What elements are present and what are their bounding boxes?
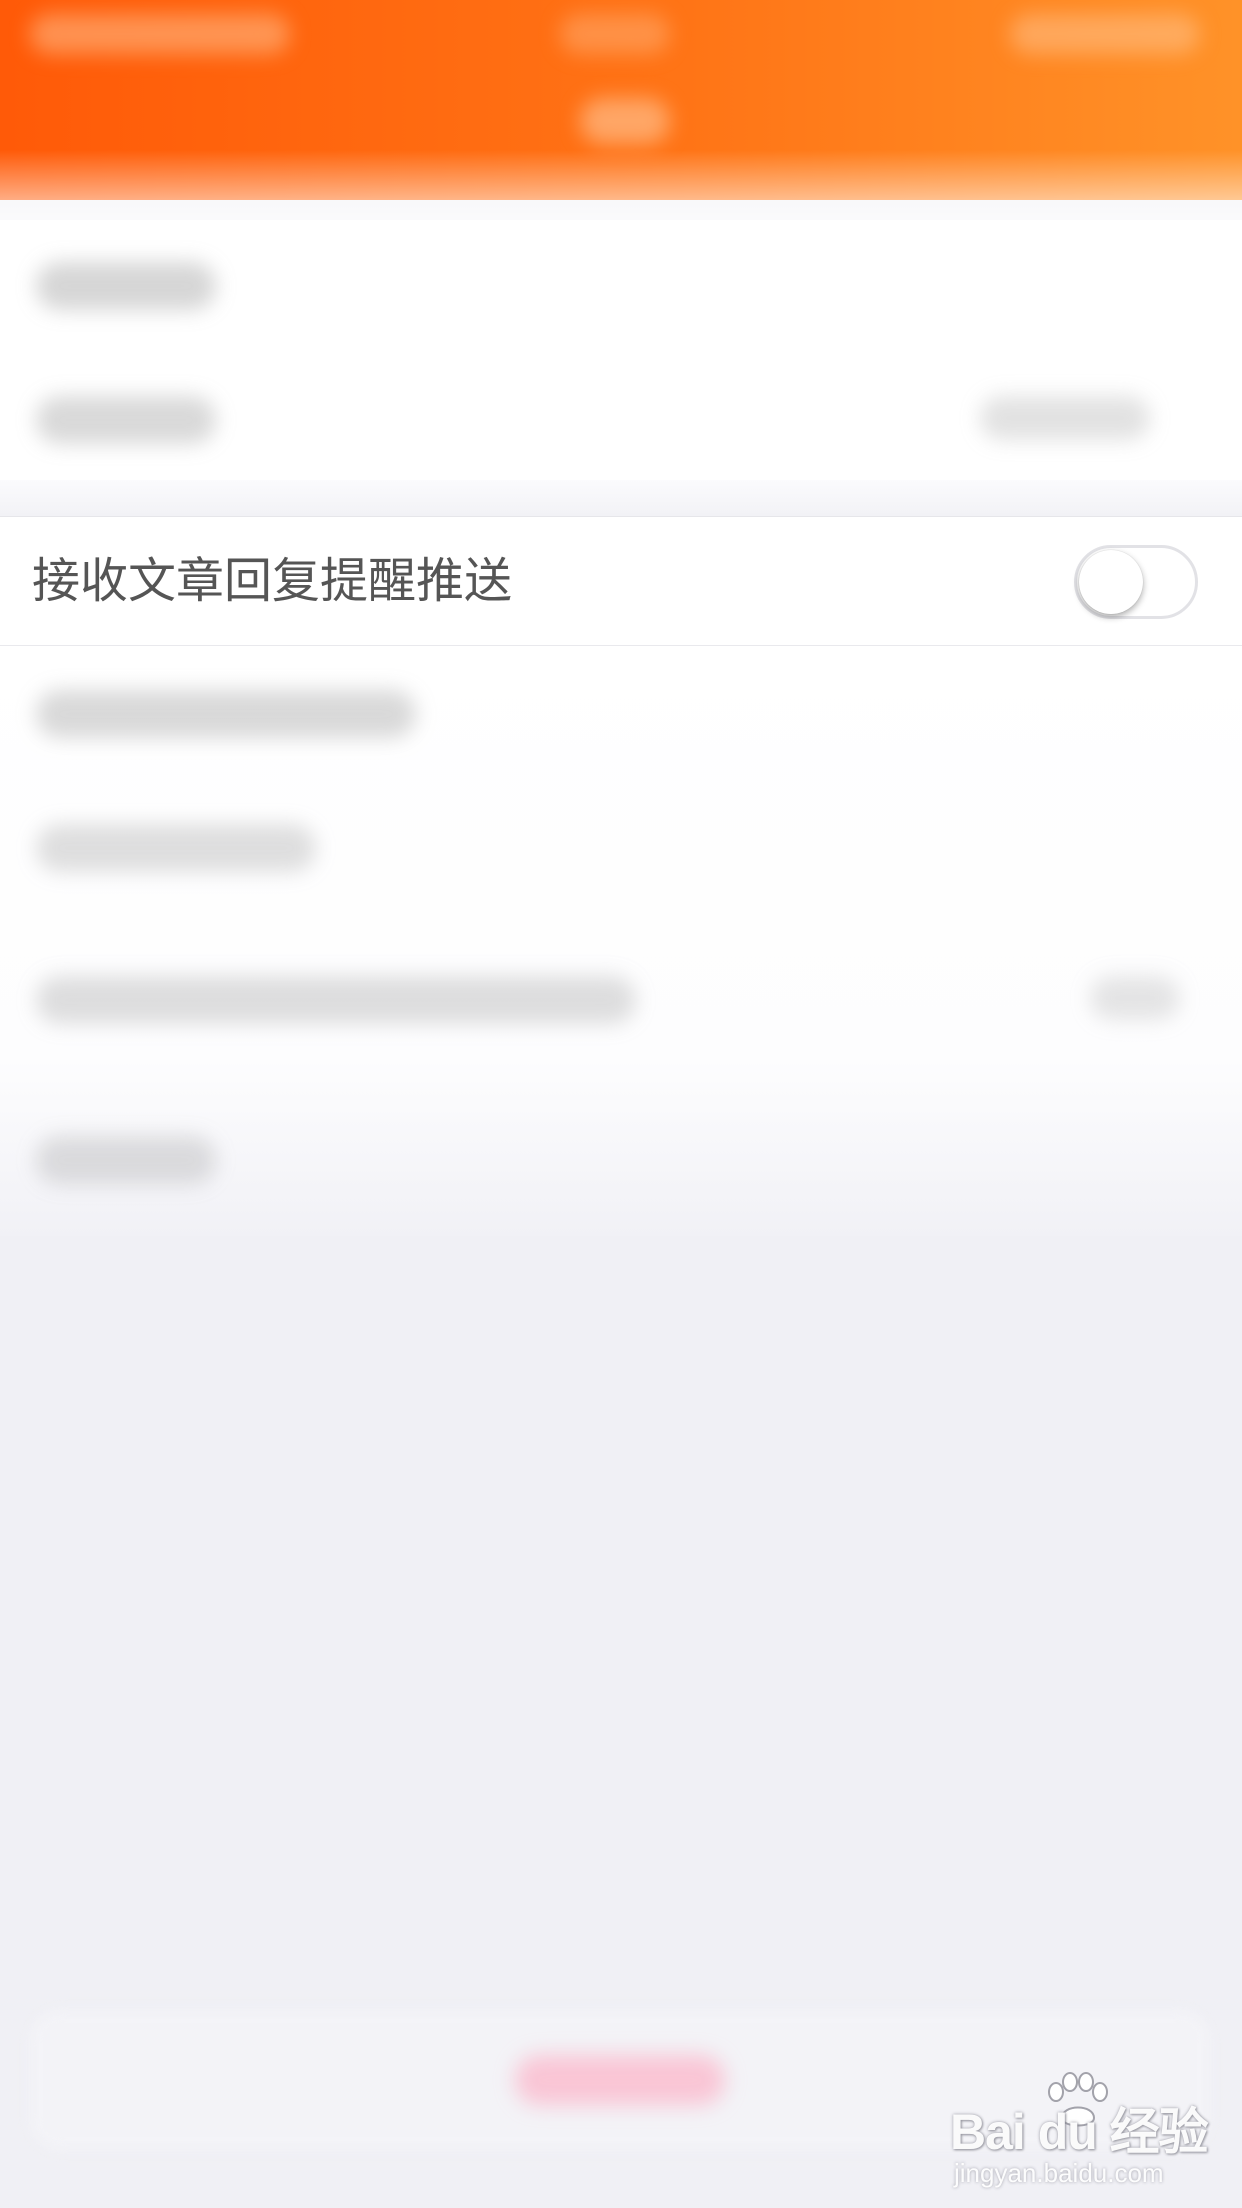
reply-push-label: 接收文章回复提醒推送 bbox=[32, 553, 513, 609]
settings-row-blur bbox=[36, 976, 636, 1024]
watermark-url: jingyan.baidu.com bbox=[954, 2158, 1164, 2188]
settings-group-top bbox=[0, 220, 1242, 515]
toggle-knob bbox=[1079, 550, 1143, 614]
settings-row-blur bbox=[36, 824, 316, 872]
page-title-blur bbox=[580, 98, 670, 144]
settings-row-blur bbox=[36, 1136, 216, 1184]
bottom-action-accent-blur bbox=[515, 2055, 725, 2105]
settings-row-blur bbox=[36, 396, 216, 444]
status-bar-blur bbox=[30, 14, 290, 54]
settings-row-blur bbox=[36, 690, 416, 738]
status-bar-center-blur bbox=[560, 14, 670, 54]
settings-value-blur bbox=[1090, 976, 1180, 1020]
section-gap bbox=[0, 480, 1242, 516]
watermark-brand: Bai du 经验 bbox=[950, 2104, 1209, 2160]
reply-push-setting-row[interactable]: 接收文章回复提醒推送 bbox=[0, 516, 1242, 646]
settings-value-blur bbox=[980, 396, 1150, 440]
watermark: Bai du 经验 jingyan.baidu.com bbox=[950, 2070, 1220, 2190]
settings-row-blur bbox=[36, 262, 216, 310]
status-bar-right-blur bbox=[1010, 14, 1200, 54]
settings-group-bottom bbox=[0, 646, 1242, 1236]
reply-push-toggle[interactable] bbox=[1074, 545, 1198, 619]
